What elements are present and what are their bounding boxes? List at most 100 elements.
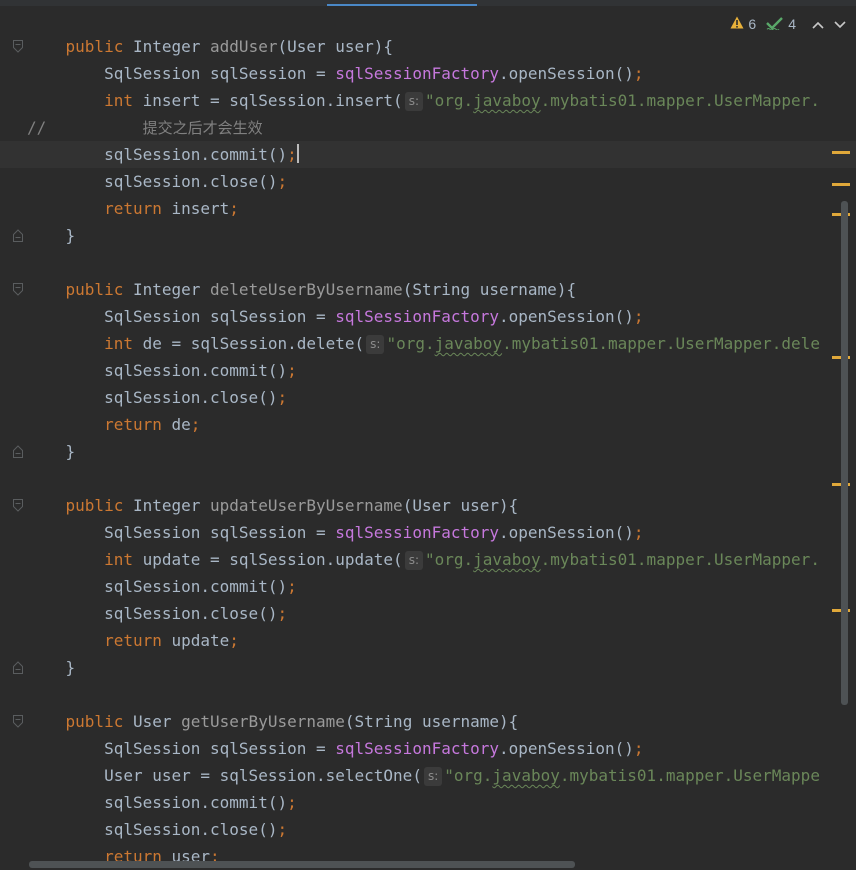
code-token: int (104, 91, 133, 110)
code-line[interactable]: SqlSession sqlSession = sqlSessionFactor… (0, 735, 856, 762)
warning-count[interactable]: 6 (748, 16, 756, 32)
code-line[interactable]: sqlSession.commit(); (0, 573, 856, 600)
code-line[interactable]: SqlSession sqlSession = sqlSessionFactor… (0, 519, 856, 546)
code-token: int (104, 550, 133, 569)
code-line[interactable]: int insert = sqlSession.insert(s: "org.ja… (0, 87, 856, 114)
code-token: public (65, 712, 124, 731)
code-line[interactable]: public User getUserByUsername(String use… (0, 708, 856, 735)
code-token: .mybatis01.mapper.UserMappe (559, 766, 820, 785)
code-token: } (27, 226, 76, 245)
code-line[interactable]: sqlSession.close(); (0, 600, 856, 627)
code-line[interactable]: sqlSession.commit(); (0, 357, 856, 384)
horizontal-scrollbar-thumb[interactable] (29, 861, 575, 868)
code-line[interactable] (0, 465, 856, 492)
code-token: sqlSession.commit() (27, 793, 288, 812)
code-line[interactable]: } (0, 654, 856, 681)
code-line[interactable]: public Integer updateUserByUsername(User… (0, 492, 856, 519)
fold-start-icon[interactable] (12, 40, 24, 53)
warning-icon[interactable] (730, 16, 744, 32)
fold-start-icon[interactable] (12, 499, 24, 512)
code-text: public Integer deleteUserByUsername(Stri… (27, 276, 577, 303)
parameter-name-hint[interactable]: s: (404, 551, 423, 570)
fold-end-icon[interactable] (12, 445, 24, 458)
code-text: sqlSession.commit(); (27, 573, 297, 600)
code-token: .openSession() (499, 64, 634, 83)
fold-start-icon[interactable] (12, 283, 24, 296)
code-line[interactable]: sqlSession.commit(); (0, 789, 856, 816)
code-text: // 提交之后才会生效 (27, 114, 263, 142)
code-text: int update = sqlSession.update(s: "org.ja… (27, 546, 820, 573)
code-text: sqlSession.close(); (27, 384, 287, 411)
parameter-name-hint[interactable]: s: (404, 92, 423, 111)
code-line[interactable]: SqlSession sqlSession = sqlSessionFactor… (0, 303, 856, 330)
warning-stripe-mark[interactable] (832, 151, 850, 154)
code-token: .mybatis01.mapper.UserMapper.dele (502, 334, 820, 353)
code-line[interactable]: } (0, 438, 856, 465)
code-line[interactable]: sqlSession.close(); (0, 816, 856, 843)
code-token: // (27, 118, 47, 137)
code-text: sqlSession.commit(); (27, 357, 297, 384)
parameter-name-hint[interactable]: s: (366, 335, 385, 354)
previous-highlight-chevron-up-icon[interactable] (812, 16, 824, 32)
code-token: ; (287, 793, 297, 812)
code-line[interactable]: sqlSession.close(); (0, 384, 856, 411)
fold-end-icon[interactable] (12, 661, 24, 674)
fold-start-icon[interactable] (12, 715, 24, 728)
code-line[interactable]: // 提交之后才会生效 (0, 114, 856, 141)
code-text: SqlSession sqlSession = sqlSessionFactor… (27, 303, 643, 330)
code-token: SqlSession sqlSession = (27, 523, 336, 542)
parameter-name-hint[interactable]: s: (423, 767, 443, 786)
code-token: ; (277, 604, 288, 623)
code-token: (String username){ (344, 712, 519, 731)
code-line[interactable]: return de; (0, 411, 856, 438)
code-line[interactable]: } (0, 222, 856, 249)
weak-warning-check-icon[interactable] (766, 16, 784, 33)
code-line[interactable]: User user = sqlSession.selectOne(s: "org.… (0, 762, 856, 789)
warning-stripe-mark[interactable] (832, 183, 850, 186)
code-text: SqlSession sqlSession = sqlSessionFactor… (27, 519, 643, 546)
code-lines[interactable]: public Integer addUser(User user){ SqlSe… (0, 33, 856, 870)
code-token: javaboy (473, 91, 541, 110)
code-line-current[interactable]: sqlSession.commit(); (0, 141, 856, 168)
code-token: ; (229, 631, 239, 650)
code-token: int (104, 334, 133, 353)
code-token: addUser (210, 37, 278, 56)
vertical-scrollbar-thumb[interactable] (841, 201, 848, 705)
code-token: ; (287, 361, 297, 380)
code-line[interactable]: public Integer addUser(User user){ (0, 33, 856, 60)
inspection-widget[interactable]: 6 4 (730, 12, 846, 36)
code-line[interactable]: int de = sqlSession.delete(s: "org.javabo… (0, 330, 856, 357)
code-token: ; (277, 172, 288, 191)
code-token: ; (277, 388, 288, 407)
code-line[interactable]: return insert; (0, 195, 856, 222)
code-token: public (65, 37, 124, 56)
code-text: sqlSession.commit(); (27, 141, 299, 168)
code-token: insert (161, 199, 230, 218)
code-line[interactable] (0, 681, 856, 708)
code-token: return (104, 631, 162, 650)
code-token: .openSession() (499, 523, 634, 542)
code-text: sqlSession.close(); (27, 600, 287, 627)
code-token: User user = sqlSession.selectOne( (27, 766, 422, 785)
code-token: sqlSession.close() (27, 388, 278, 407)
code-line[interactable] (0, 249, 856, 276)
code-token: de = sqlSession.delete( (132, 334, 365, 353)
code-token: SqlSession sqlSession = (27, 739, 336, 758)
code-token: ; (633, 64, 644, 83)
active-tab-indicator[interactable] (327, 4, 477, 6)
code-token: SqlSession sqlSession = (27, 307, 336, 326)
code-line[interactable]: int update = sqlSession.update(s: "org.ja… (0, 546, 856, 573)
weak-warning-count[interactable]: 4 (788, 16, 796, 32)
code-line[interactable]: public Integer deleteUserByUsername(Stri… (0, 276, 856, 303)
code-line[interactable]: SqlSession sqlSession = sqlSessionFactor… (0, 60, 856, 87)
code-line[interactable]: return update; (0, 627, 856, 654)
code-token: sqlSession.close() (27, 172, 278, 191)
fold-end-icon[interactable] (12, 229, 24, 242)
code-editor[interactable]: public Integer addUser(User user){ SqlSe… (0, 0, 856, 870)
code-token: sqlSession.commit() (27, 361, 288, 380)
code-text: return insert; (27, 195, 239, 222)
code-line[interactable]: sqlSession.close(); (0, 168, 856, 195)
